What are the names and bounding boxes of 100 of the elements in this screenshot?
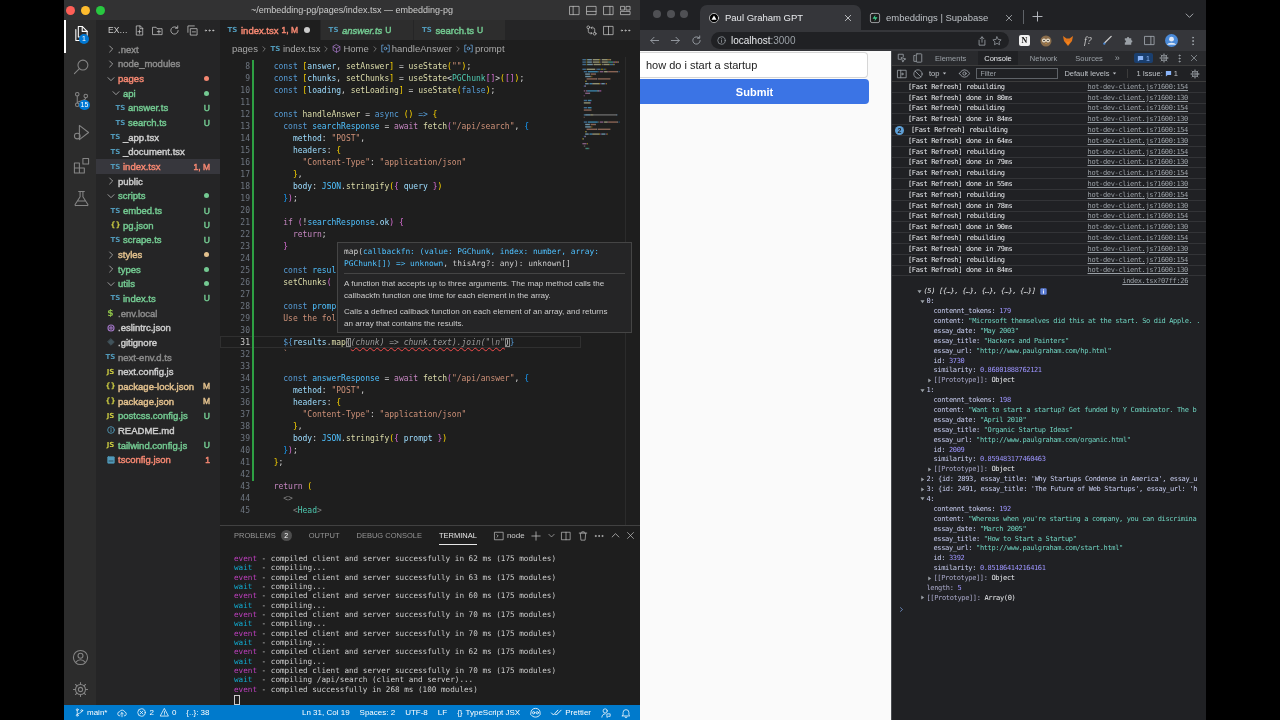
extensions-icon[interactable]	[72, 157, 90, 174]
expand-arrow-icon[interactable]	[927, 466, 932, 472]
italic-letter-icon[interactable]: f?	[1084, 35, 1092, 46]
source-control-icon[interactable]	[72, 91, 90, 108]
chevron-right-icon[interactable]	[106, 250, 115, 259]
star-icon[interactable]	[992, 35, 1002, 46]
window-close-icon[interactable]	[66, 5, 75, 15]
inspect-icon[interactable]	[897, 53, 907, 63]
explorer-item[interactable]: tsconfig.json 1	[96, 452, 220, 468]
branch-status[interactable]: main*	[70, 705, 113, 720]
split-terminal-icon[interactable]	[561, 530, 572, 541]
explorer-item[interactable]: pages	[96, 71, 220, 86]
search-icon[interactable]	[72, 58, 90, 75]
window-zoom-icon[interactable]	[96, 5, 105, 15]
pen-icon[interactable]	[1101, 35, 1113, 46]
close-icon[interactable]	[1005, 13, 1013, 22]
status-item[interactable]: Ln 31, Col 19	[297, 705, 355, 720]
bell-icon[interactable]	[621, 707, 631, 718]
chevron-down-icon[interactable]	[106, 279, 115, 288]
clear-console-icon[interactable]	[913, 68, 923, 79]
plus-icon[interactable]	[531, 530, 542, 541]
more-tabs-button[interactable]: »	[1114, 53, 1120, 63]
explorer-item[interactable]: .eslintrc.json	[96, 320, 220, 336]
chevron-down-icon[interactable]	[106, 74, 115, 83]
chevron-right-icon[interactable]	[106, 60, 115, 68]
explorer-item[interactable]: public	[96, 173, 220, 189]
submit-button[interactable]: Submit	[640, 79, 869, 104]
forward-icon[interactable]	[670, 35, 681, 46]
letter-tile-icon[interactable]: N	[1019, 35, 1030, 46]
expand-arrow-icon[interactable]	[920, 486, 925, 492]
secondary-sidebar-icon[interactable]	[603, 4, 614, 16]
expand-arrow-icon[interactable]	[920, 595, 925, 601]
expand-arrow-icon[interactable]	[927, 377, 932, 383]
terminal-selector[interactable]: node	[493, 530, 525, 541]
explorer-item[interactable]: styles	[96, 247, 220, 262]
expand-arrow-icon[interactable]	[920, 298, 925, 304]
status-item[interactable]: Spaces: 2	[354, 705, 401, 720]
chevron-down-icon[interactable]	[1185, 11, 1194, 20]
device-toolbar-icon[interactable]	[913, 53, 923, 63]
new-tab-icon[interactable]	[1032, 11, 1043, 22]
window-minimize-icon[interactable]	[81, 5, 90, 15]
puzzle-icon[interactable]	[1122, 35, 1134, 46]
chevron-right-icon[interactable]	[106, 265, 115, 274]
prettier-status[interactable]: Prettier	[546, 705, 596, 720]
new-file-icon[interactable]	[134, 24, 146, 36]
explorer-item[interactable]: scripts	[96, 188, 220, 204]
expand-arrow-icon[interactable]	[920, 496, 925, 502]
trash-icon[interactable]	[577, 530, 588, 541]
more-icon[interactable]	[1175, 53, 1184, 63]
chevron-down-icon[interactable]	[547, 532, 555, 539]
question-field[interactable]: how do i start a startup	[640, 52, 868, 78]
layout-grid-icon[interactable]	[620, 4, 631, 16]
chevron-right-icon[interactable]	[106, 177, 115, 186]
status-item[interactable]: {..}: 38	[181, 705, 215, 720]
expand-arrow-icon[interactable]	[927, 575, 932, 581]
breadcrumb-item[interactable]: handleAnswer	[380, 43, 452, 54]
address-bar[interactable]: localhost:3000	[711, 32, 1009, 49]
explorer-item[interactable]: .next	[96, 42, 220, 57]
expand-arrow-icon[interactable]	[920, 476, 925, 482]
explorer-item[interactable]: api	[96, 85, 220, 101]
copilot-icon[interactable]	[530, 707, 542, 718]
explorer-item[interactable]: node_modules	[96, 56, 220, 72]
chevron-up-icon[interactable]	[610, 531, 620, 540]
split-editor-icon[interactable]	[603, 24, 614, 36]
breadcrumb-item[interactable]: pages	[232, 43, 258, 54]
share-icon[interactable]	[977, 35, 987, 46]
cloud-upload-icon[interactable]	[117, 707, 128, 718]
refresh-icon[interactable]	[169, 24, 181, 36]
panel-layout-icon[interactable]	[586, 4, 597, 16]
browser-tab[interactable]: embeddings | Supabase	[861, 5, 1022, 30]
chevron-right-icon[interactable]	[106, 45, 115, 54]
flask-icon[interactable]	[72, 190, 90, 207]
eye-icon[interactable]	[959, 68, 971, 79]
collapse-all-icon[interactable]	[186, 24, 198, 36]
close-icon[interactable]	[1190, 54, 1198, 62]
status-item[interactable]: UTF-8	[400, 705, 433, 720]
feedback-icon[interactable]	[601, 707, 611, 718]
settings-icon[interactable]	[1190, 68, 1200, 79]
settings-icon[interactable]	[1159, 53, 1169, 63]
fox-head-icon[interactable]	[1062, 34, 1074, 47]
new-folder-icon[interactable]	[151, 24, 163, 36]
explorer-item[interactable]: utils	[96, 276, 220, 292]
sidebar-toggle-icon[interactable]	[897, 68, 907, 79]
files-icon[interactable]	[72, 25, 90, 42]
avatar-icon[interactable]	[1164, 34, 1178, 47]
chevron-down-icon[interactable]	[111, 89, 120, 98]
run-debug-icon[interactable]	[72, 124, 90, 141]
breadcrumb-item[interactable]: Home	[332, 43, 369, 54]
explorer-item[interactable]: README.md	[96, 423, 220, 438]
breadcrumb-item[interactable]: prompt	[463, 43, 505, 54]
compare-changes-icon[interactable]	[586, 24, 597, 36]
close-icon[interactable]	[626, 531, 636, 540]
settings-icon[interactable]	[71, 680, 89, 698]
status-item[interactable]: LF	[432, 705, 453, 720]
back-icon[interactable]	[649, 35, 660, 46]
expand-arrow-icon[interactable]	[920, 387, 925, 393]
chevron-down-icon[interactable]	[106, 191, 115, 200]
expand-arrow-icon[interactable]	[917, 288, 922, 294]
sidebar-layout-icon[interactable]	[569, 4, 580, 16]
account-icon[interactable]	[71, 648, 89, 666]
